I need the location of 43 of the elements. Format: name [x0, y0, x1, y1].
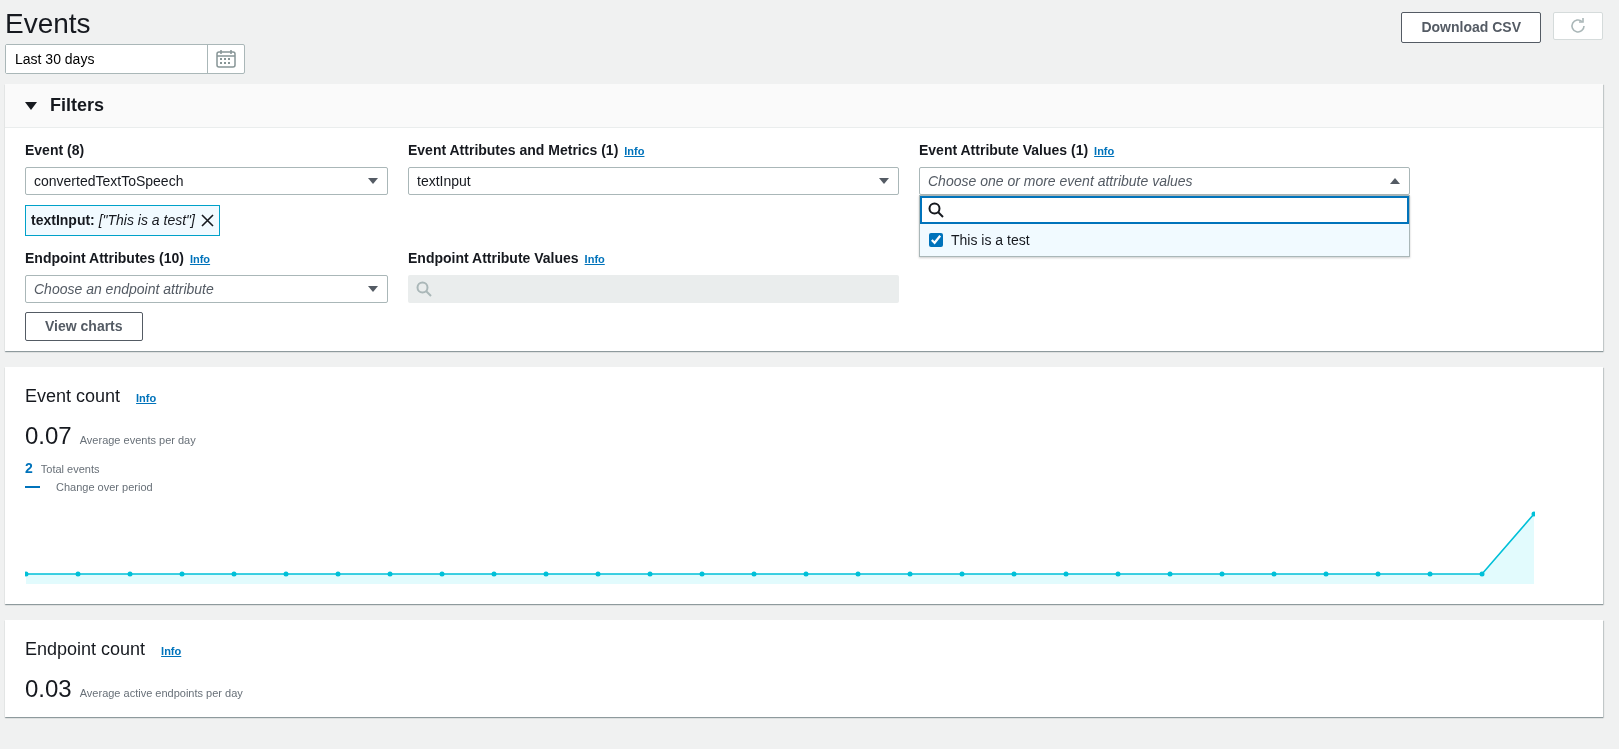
dropdown-search-field[interactable]	[920, 196, 1409, 224]
metric-value: 0.03	[25, 673, 72, 704]
page-title: Events	[5, 7, 92, 41]
field-label: Endpoint Attribute Values	[408, 249, 579, 268]
field-label: Event (8)	[25, 141, 85, 160]
info-link[interactable]: Info	[136, 390, 157, 407]
values-select[interactable]: Choose one or more event attribute values	[919, 167, 1410, 195]
total-value: 2	[25, 459, 33, 478]
legend-line-icon	[25, 486, 40, 489]
download-csv-button[interactable]: Download CSV	[1401, 12, 1541, 43]
event-select[interactable]: convertedTextToSpeech	[25, 167, 388, 195]
calendar-icon	[216, 50, 236, 68]
filters-title: Filters	[50, 94, 105, 117]
view-charts-button[interactable]: View charts	[25, 312, 143, 341]
info-link[interactable]: Info	[624, 145, 645, 157]
filter-token-text: textInput: ["This is a test"]	[31, 211, 195, 230]
metric-caption: Average active endpoints per day	[79, 685, 243, 701]
attribute-select[interactable]: textInput	[408, 167, 899, 195]
caret-icon	[878, 177, 890, 185]
legend-label: Change over period	[56, 480, 153, 495]
info-link[interactable]: Info	[1094, 145, 1115, 157]
search-icon	[928, 202, 944, 218]
caret-icon	[367, 285, 379, 293]
date-range-field[interactable]: Last 30 days	[5, 44, 245, 74]
card-title: Event count	[25, 385, 121, 408]
card-title: Endpoint count	[25, 637, 146, 661]
search-icon	[416, 281, 432, 297]
caret-icon	[367, 177, 379, 185]
field-label: Event Attribute Values (1)	[919, 141, 1089, 160]
metric-caption: Average events per day	[79, 433, 196, 448]
caret-icon	[1389, 177, 1401, 185]
close-icon[interactable]	[200, 214, 214, 227]
endpoint-attribute-select[interactable]: Choose an endpoint attribute	[25, 275, 388, 303]
refresh-icon	[1569, 17, 1587, 35]
total-label: Total events	[40, 462, 100, 477]
field-label: Event Attributes and Metrics (1)	[408, 141, 619, 160]
metric-value: 0.07	[25, 421, 72, 451]
field-label: Endpoint Attributes (10)	[25, 249, 184, 268]
dropdown-option[interactable]: This is a test	[920, 224, 1409, 256]
info-link[interactable]: Info	[161, 642, 182, 659]
checkbox[interactable]	[929, 233, 943, 247]
filters-header[interactable]: Filters	[5, 84, 1603, 128]
info-link[interactable]: Info	[189, 253, 211, 265]
